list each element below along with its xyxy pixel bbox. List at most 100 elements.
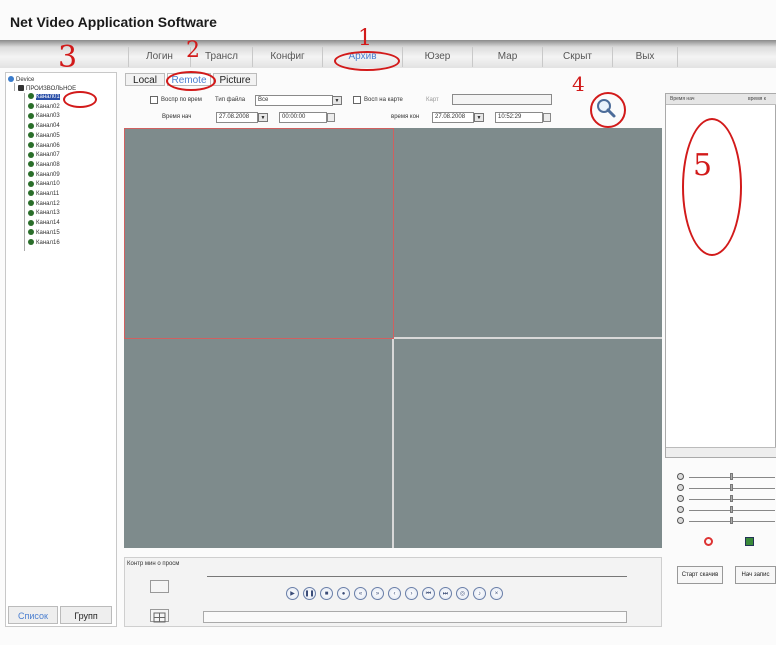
camera-icon: [28, 161, 34, 168]
results-col-start[interactable]: Время нач: [670, 96, 694, 102]
channel-label: Канал07: [36, 152, 60, 159]
camera-icon: [28, 180, 34, 187]
step-forward-icon[interactable]: ›: [405, 587, 418, 600]
chevron-down-icon[interactable]: ▼: [258, 113, 268, 122]
end-time-spinner[interactable]: [543, 113, 551, 122]
camera-icon: [28, 132, 34, 139]
video-cell-1[interactable]: [124, 128, 394, 339]
timeline-bar[interactable]: [203, 611, 627, 623]
hue-slider-handle[interactable]: [730, 506, 733, 513]
channel-label: Канал15: [36, 229, 60, 236]
play-by-time-checkbox[interactable]: [150, 96, 158, 104]
video-cell-3[interactable]: [124, 339, 392, 548]
reset-color-icon[interactable]: [704, 537, 713, 546]
record-icon[interactable]: ●: [337, 587, 350, 600]
channel-item[interactable]: Канал11: [28, 190, 59, 198]
play-icon[interactable]: ▶: [286, 587, 299, 600]
channel-item[interactable]: Канал07: [28, 151, 60, 159]
end-time-input[interactable]: 10:52:29: [495, 112, 543, 123]
start-time-label: Время нач: [162, 114, 192, 120]
start-time-spinner[interactable]: [327, 113, 335, 122]
start-time-input[interactable]: 00:00:00: [279, 112, 327, 123]
app-title: Net Video Application Software: [10, 14, 217, 30]
volume-slider-handle[interactable]: [730, 517, 733, 524]
prev-file-icon[interactable]: ⏮: [422, 587, 435, 600]
tab-channel-list[interactable]: Список: [8, 606, 58, 624]
channel-item[interactable]: Канал05: [28, 132, 60, 140]
toolbar-login-button[interactable]: Логин: [128, 47, 190, 67]
slow-icon[interactable]: «: [354, 587, 367, 600]
channel-item[interactable]: Канал13: [28, 209, 60, 217]
file-type-select[interactable]: Все: [255, 95, 333, 106]
save-color-icon[interactable]: [745, 537, 754, 546]
annotation-4: 4: [572, 72, 585, 96]
camera-icon: [28, 93, 34, 100]
camera-icon: [28, 209, 34, 216]
channel-label: Канал14: [36, 220, 60, 227]
tree-root-device[interactable]: Device: [8, 76, 34, 84]
tab-local[interactable]: Local: [125, 73, 165, 86]
results-col-end[interactable]: время к: [748, 96, 766, 102]
single-view-button[interactable]: [150, 580, 169, 593]
start-record-button[interactable]: Нач запис: [735, 566, 776, 584]
channel-item[interactable]: Канал14: [28, 219, 60, 227]
chevron-down-icon[interactable]: ▼: [474, 113, 484, 122]
video-cell-4[interactable]: [394, 339, 662, 548]
quad-view-button[interactable]: [150, 609, 169, 623]
play-on-map-label: Восп на карте: [364, 97, 403, 103]
channel-item[interactable]: Канал16: [28, 238, 60, 247]
tab-picture[interactable]: Picture: [213, 73, 257, 86]
channel-item[interactable]: Канал09: [28, 171, 60, 179]
capture-icon[interactable]: ◎: [456, 587, 469, 600]
next-file-icon[interactable]: ⏭: [439, 587, 452, 600]
channel-item[interactable]: Канал03: [28, 112, 60, 120]
tree-area-node[interactable]: ПРОИЗВОЛЬНОЕ: [18, 85, 76, 93]
saturation-slider-handle[interactable]: [730, 495, 733, 502]
play-by-time-label: Воспр по врем: [161, 97, 202, 103]
tab-groups[interactable]: Групп: [60, 606, 112, 624]
annotation-ring-results: [682, 118, 742, 256]
step-back-icon[interactable]: ‹: [388, 587, 401, 600]
play-on-map-checkbox[interactable]: [353, 96, 361, 104]
start-date-input[interactable]: 27.08.2008: [216, 112, 258, 123]
channel-item[interactable]: Канал15: [28, 229, 60, 237]
camera-icon: [28, 219, 34, 226]
camera-icon: [28, 229, 34, 236]
grid-icon: [153, 612, 166, 623]
pause-icon[interactable]: ❚❚: [303, 587, 316, 600]
results-scrollbar[interactable]: [666, 447, 776, 457]
brightness-icon: [677, 473, 684, 480]
channel-label: Канал05: [36, 132, 60, 139]
channel-item[interactable]: Канал12: [28, 200, 60, 208]
toolbar-exit-button[interactable]: Вых: [612, 47, 678, 67]
start-download-button[interactable]: Старт скачив: [677, 566, 723, 584]
toolbar-config-button[interactable]: Конфиг: [252, 47, 322, 67]
brightness-slider-handle[interactable]: [730, 473, 733, 480]
chevron-down-icon[interactable]: ▼: [332, 96, 342, 105]
video-cell-2[interactable]: [394, 128, 662, 337]
stop-icon[interactable]: ■: [320, 587, 333, 600]
toolbar-map-button[interactable]: Мар: [472, 47, 542, 67]
channel-item[interactable]: Канал08: [28, 161, 60, 169]
annotation-ring-remote: [166, 71, 216, 91]
channel-item[interactable]: Канал02: [28, 103, 60, 111]
toolbar-hide-button[interactable]: Скрыт: [542, 47, 612, 67]
fast-icon[interactable]: »: [371, 587, 384, 600]
sound-icon[interactable]: ♪: [473, 587, 486, 600]
camera-icon: [28, 112, 34, 119]
channel-item[interactable]: Канал10: [28, 180, 60, 188]
playback-progress-bar[interactable]: [207, 576, 627, 577]
channel-label: Канал12: [36, 200, 60, 207]
contrast-slider-handle[interactable]: [730, 484, 733, 491]
channel-item[interactable]: Канал06: [28, 141, 60, 150]
toolbar-user-button[interactable]: Юзер: [402, 47, 472, 67]
end-date-input[interactable]: 27.08.2008: [432, 112, 474, 123]
channel-label: Канал08: [36, 161, 60, 168]
image-adjust-panel: [675, 471, 776, 531]
channel-label: Канал06: [36, 142, 60, 149]
channel-item[interactable]: Канал01: [28, 93, 60, 101]
video-grid: [124, 128, 662, 548]
channel-item[interactable]: Канал04: [28, 122, 60, 130]
card-label: Карт: [426, 97, 439, 103]
close-icon[interactable]: ×: [490, 587, 503, 600]
